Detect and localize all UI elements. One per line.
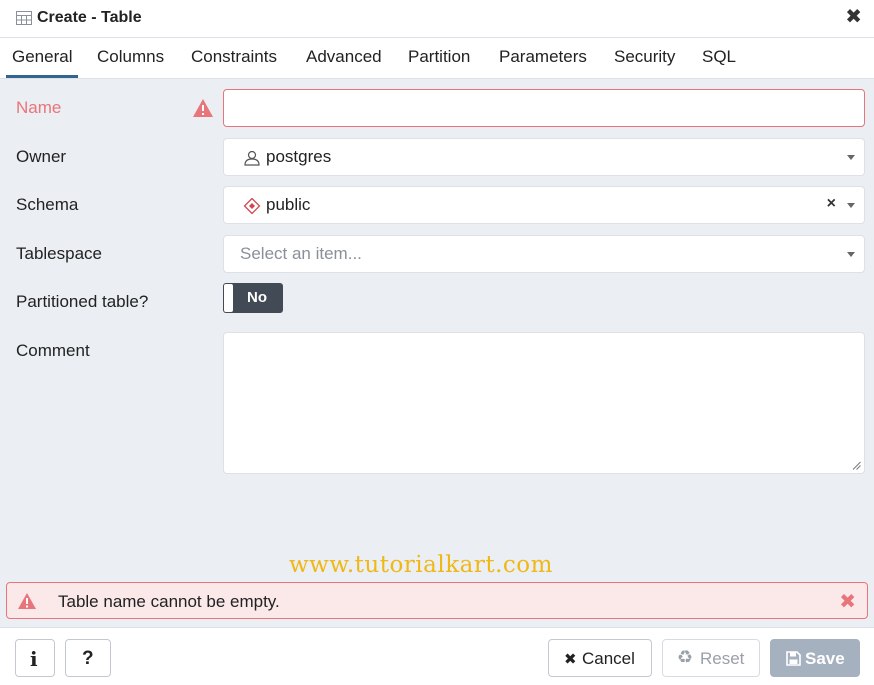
partitioned-label: Partitioned table? — [16, 292, 149, 311]
tablespace-placeholder: Select an item... — [240, 244, 362, 263]
close-icon: ✖ — [564, 651, 577, 668]
reset-label: Reset — [700, 649, 745, 668]
resize-handle-icon[interactable] — [852, 461, 861, 470]
help-button[interactable]: ? — [65, 639, 111, 677]
owner-select[interactable]: postgres — [223, 138, 865, 176]
tab-sql[interactable]: SQL — [696, 38, 742, 78]
tab-parameters[interactable]: Parameters — [493, 38, 593, 78]
tab-partition[interactable]: Partition — [402, 38, 476, 78]
warning-icon — [193, 99, 213, 117]
name-input[interactable] — [223, 89, 865, 127]
owner-value: postgres — [266, 147, 332, 166]
help-icon: ? — [82, 648, 94, 669]
tab-constraints[interactable]: Constraints — [185, 38, 283, 78]
clear-icon[interactable]: × — [827, 195, 836, 213]
save-button[interactable]: Save — [770, 639, 860, 677]
dialog-footer: i ? ✖ Cancel ♻ Reset Save — [0, 627, 874, 685]
close-alert-icon[interactable]: ✖ — [839, 589, 856, 614]
watermark: www.tutorialkart.com — [289, 552, 553, 578]
comment-textarea[interactable] — [223, 332, 865, 474]
reset-button[interactable]: ♻ Reset — [662, 639, 760, 677]
tab-advanced[interactable]: Advanced — [300, 38, 388, 78]
partitioned-value: No — [247, 289, 267, 306]
recycle-icon: ♻ — [677, 647, 694, 667]
owner-label: Owner — [16, 147, 67, 166]
dialog-title: Create - Table — [37, 9, 142, 26]
close-icon[interactable]: ✖ — [845, 7, 862, 27]
toggle-knob — [224, 284, 233, 312]
tablespace-label: Tablespace — [16, 244, 103, 263]
info-button[interactable]: i — [15, 639, 55, 677]
schema-icon — [243, 198, 261, 214]
schema-select[interactable]: public × — [223, 186, 865, 224]
name-label: Name — [16, 98, 62, 117]
tab-general[interactable]: General — [6, 38, 79, 78]
partitioned-toggle[interactable]: No — [223, 283, 283, 313]
chevron-down-icon[interactable] — [847, 203, 855, 208]
save-label: Save — [805, 649, 845, 668]
tab-columns[interactable]: Columns — [91, 38, 170, 78]
user-icon — [244, 150, 260, 166]
cancel-button[interactable]: ✖ Cancel — [548, 639, 652, 677]
cancel-label: Cancel — [582, 649, 635, 668]
warning-icon — [18, 593, 36, 609]
dialog-titlebar: Create - Table ✖ — [0, 0, 874, 38]
chevron-down-icon[interactable] — [847, 155, 855, 160]
info-icon: i — [30, 647, 38, 671]
comment-label: Comment — [16, 341, 90, 360]
schema-label: Schema — [16, 195, 79, 214]
table-icon — [16, 11, 32, 25]
error-message: Table name cannot be empty. — [58, 592, 280, 611]
error-alert: Table name cannot be empty. ✖ — [6, 582, 868, 619]
schema-value: public — [266, 195, 311, 214]
tab-bar: General Columns Constraints Advanced Par… — [0, 38, 874, 79]
save-icon — [786, 651, 801, 666]
tablespace-select[interactable]: Select an item... — [223, 235, 865, 273]
chevron-down-icon[interactable] — [847, 252, 855, 257]
tab-security[interactable]: Security — [608, 38, 681, 78]
